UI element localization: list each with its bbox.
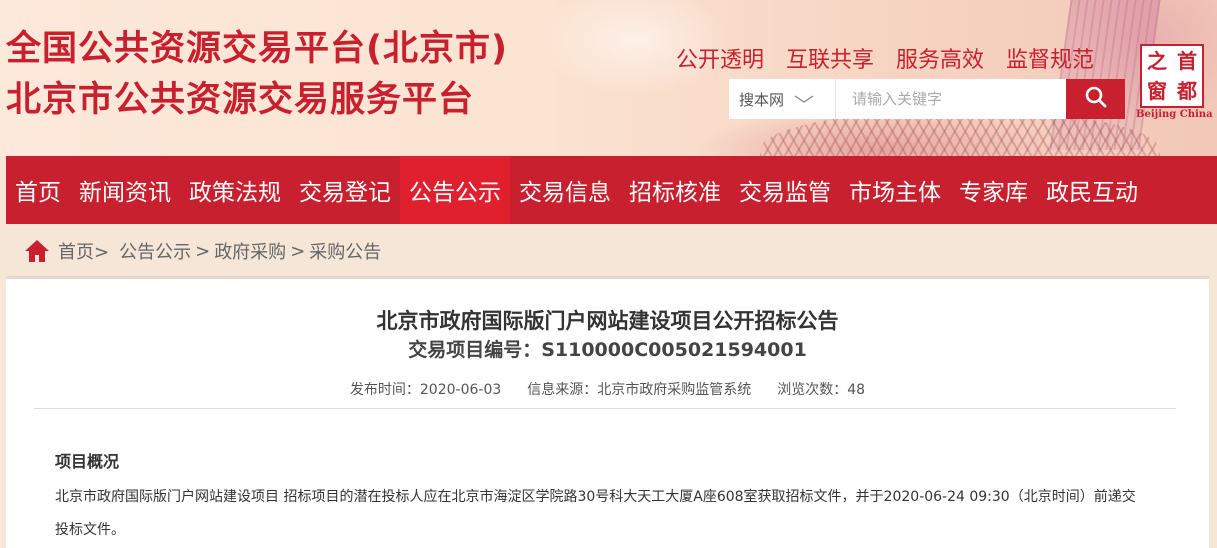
- logo-char-2: 首: [1177, 49, 1197, 73]
- article-meta: 发布时间：2020-06-03 信息来源：北京市政府采购监管系统 浏览次数：48: [6, 379, 1209, 399]
- site-title-line2: 北京市公共资源交易服务平台: [6, 80, 475, 120]
- chevron-down-icon: [794, 92, 814, 107]
- search-scope-select[interactable]: 搜本网: [729, 79, 836, 119]
- main-nav: 首页 新闻资讯 政策法规 交易登记 公告公示 交易信息 招标核准 交易监管 市场…: [6, 156, 1217, 224]
- search-scope-label: 搜本网: [739, 90, 785, 109]
- breadcrumb-separator: >: [290, 240, 306, 262]
- site-title-line1: 全国公共资源交易平台(北京市): [6, 29, 508, 69]
- divider: [34, 408, 1176, 409]
- search-input[interactable]: [836, 79, 1066, 119]
- breadcrumb-separator: >: [195, 240, 211, 262]
- nav-item-bid-approval[interactable]: 招标核准: [620, 156, 730, 224]
- info-source: 信息来源：北京市政府采购监管系统: [527, 382, 752, 398]
- logo-char-3: 窗: [1147, 79, 1167, 103]
- breadcrumb-announcements[interactable]: 公告公示: [119, 238, 191, 264]
- logo-char-1: 之: [1147, 49, 1167, 73]
- article-panel: 北京市政府国际版门户网站建设项目公开招标公告 交易项目编号：S110000C00…: [6, 276, 1209, 548]
- home-icon[interactable]: [24, 239, 50, 263]
- slogan-3: 服务高效: [896, 48, 985, 73]
- nav-item-policy[interactable]: 政策法规: [180, 156, 290, 224]
- search-icon: [1084, 85, 1108, 113]
- search-button[interactable]: [1066, 79, 1125, 119]
- nav-item-experts[interactable]: 专家库: [950, 156, 1037, 224]
- article-paragraph: 北京市政府国际版门户网站建设项目 招标项目的潜在投标人应在北京市海淀区学院路30…: [55, 489, 1136, 538]
- article-project-code: 交易项目编号：S110000C005021594001: [408, 339, 807, 361]
- nav-item-registration[interactable]: 交易登记: [290, 156, 400, 224]
- article-title: 北京市政府国际版门户网站建设项目公开招标公告: [376, 309, 839, 333]
- nav-item-interaction[interactable]: 政民互动: [1037, 156, 1147, 224]
- nav-item-trade-info[interactable]: 交易信息: [510, 156, 620, 224]
- slogan-4: 监督规范: [1006, 48, 1095, 73]
- section-title: 项目概况: [55, 452, 120, 471]
- breadcrumb-current[interactable]: 采购公告: [309, 238, 381, 264]
- slogans: 公开透明 互联共享 服务高效 监督规范: [676, 42, 1094, 74]
- site-header: 全国公共资源交易平台(北京市) 北京市公共资源交易服务平台 公开透明 互联共享 …: [0, 0, 1217, 156]
- slogan-1: 公开透明: [676, 48, 765, 73]
- publish-date: 发布时间：2020-06-03: [349, 382, 502, 398]
- nav-item-news[interactable]: 新闻资讯: [70, 156, 180, 224]
- breadcrumb: 首页> 公告公示 > 政府采购 > 采购公告: [24, 236, 381, 266]
- nav-item-market-entities[interactable]: 市场主体: [840, 156, 950, 224]
- nav-item-supervision[interactable]: 交易监管: [730, 156, 840, 224]
- nav-item-announcements[interactable]: 公告公示: [400, 156, 510, 224]
- view-count: 浏览次数：48: [777, 382, 866, 398]
- breadcrumb-procurement[interactable]: 政府采购: [214, 238, 286, 264]
- nav-item-home[interactable]: 首页: [6, 156, 70, 224]
- search-bar: 搜本网: [729, 79, 1125, 119]
- slogan-2: 互联共享: [786, 48, 875, 73]
- logo-caption: Beijing China: [1136, 109, 1213, 120]
- logo-char-4: 都: [1177, 79, 1197, 103]
- breadcrumb-home[interactable]: 首页>: [58, 238, 109, 264]
- capital-window-logo[interactable]: 之 首 窗 都: [1140, 44, 1204, 108]
